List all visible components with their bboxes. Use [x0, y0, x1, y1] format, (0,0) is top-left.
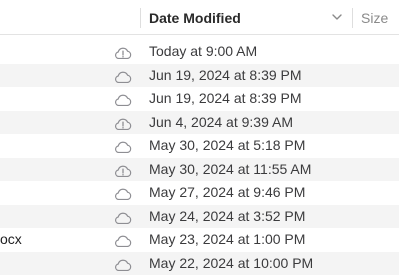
chevron-down-icon[interactable]: [331, 12, 343, 22]
file-row[interactable]: May 27, 2024 at 9:46 PM: [0, 181, 399, 205]
date-modified-cell: May 22, 2024 at 10:00 PM: [149, 255, 313, 272]
column-header-date-modified[interactable]: Date Modified: [149, 10, 241, 27]
column-header-bar: Date Modified Size: [0, 0, 399, 35]
file-row[interactable]: May 30, 2024 at 5:18 PM: [0, 134, 399, 158]
cloud-alert-icon[interactable]: [113, 163, 133, 177]
file-row[interactable]: Jun 19, 2024 at 8:39 PM: [0, 64, 399, 88]
cloud-icon[interactable]: [113, 257, 133, 271]
date-modified-cell: Jun 19, 2024 at 8:39 PM: [149, 67, 302, 84]
date-modified-cell: Jun 19, 2024 at 8:39 PM: [149, 90, 302, 107]
file-list: Today at 9:00 AM Jun 19, 2024 at 8:39 PM J…: [0, 40, 399, 275]
cloud-icon[interactable]: [113, 186, 133, 200]
file-row[interactable]: Jun 19, 2024 at 8:39 PM: [0, 87, 399, 111]
date-modified-cell: May 24, 2024 at 3:52 PM: [149, 208, 305, 225]
file-row[interactable]: May 24, 2024 at 3:52 PM: [0, 205, 399, 229]
cloud-icon[interactable]: [113, 233, 133, 247]
column-header-size[interactable]: Size: [361, 10, 388, 27]
cloud-icon[interactable]: [113, 210, 133, 224]
date-modified-cell: May 23, 2024 at 1:00 PM: [149, 231, 305, 248]
date-modified-cell: May 27, 2024 at 9:46 PM: [149, 184, 305, 201]
cloud-icon[interactable]: [113, 69, 133, 83]
date-modified-cell: Jun 4, 2024 at 9:39 AM: [149, 114, 293, 131]
date-modified-cell: Today at 9:00 AM: [149, 43, 257, 60]
file-row[interactable]: ocx May 23, 2024 at 1:00 PM: [0, 228, 399, 252]
file-row[interactable]: May 30, 2024 at 11:55 AM: [0, 158, 399, 182]
cloud-icon[interactable]: [113, 139, 133, 153]
cloud-alert-icon[interactable]: [113, 45, 133, 59]
cloud-icon[interactable]: [113, 92, 133, 106]
date-modified-cell: May 30, 2024 at 5:18 PM: [149, 137, 305, 154]
file-name: ocx: [0, 231, 22, 248]
file-row[interactable]: Jun 4, 2024 at 9:39 AM: [0, 111, 399, 135]
cloud-alert-icon[interactable]: [113, 116, 133, 130]
date-modified-cell: May 30, 2024 at 11:55 AM: [149, 161, 311, 178]
file-row[interactable]: Today at 9:00 AM: [0, 40, 399, 64]
file-row[interactable]: May 22, 2024 at 10:00 PM: [0, 252, 399, 275]
column-separator[interactable]: [140, 8, 141, 28]
column-separator[interactable]: [352, 8, 353, 28]
